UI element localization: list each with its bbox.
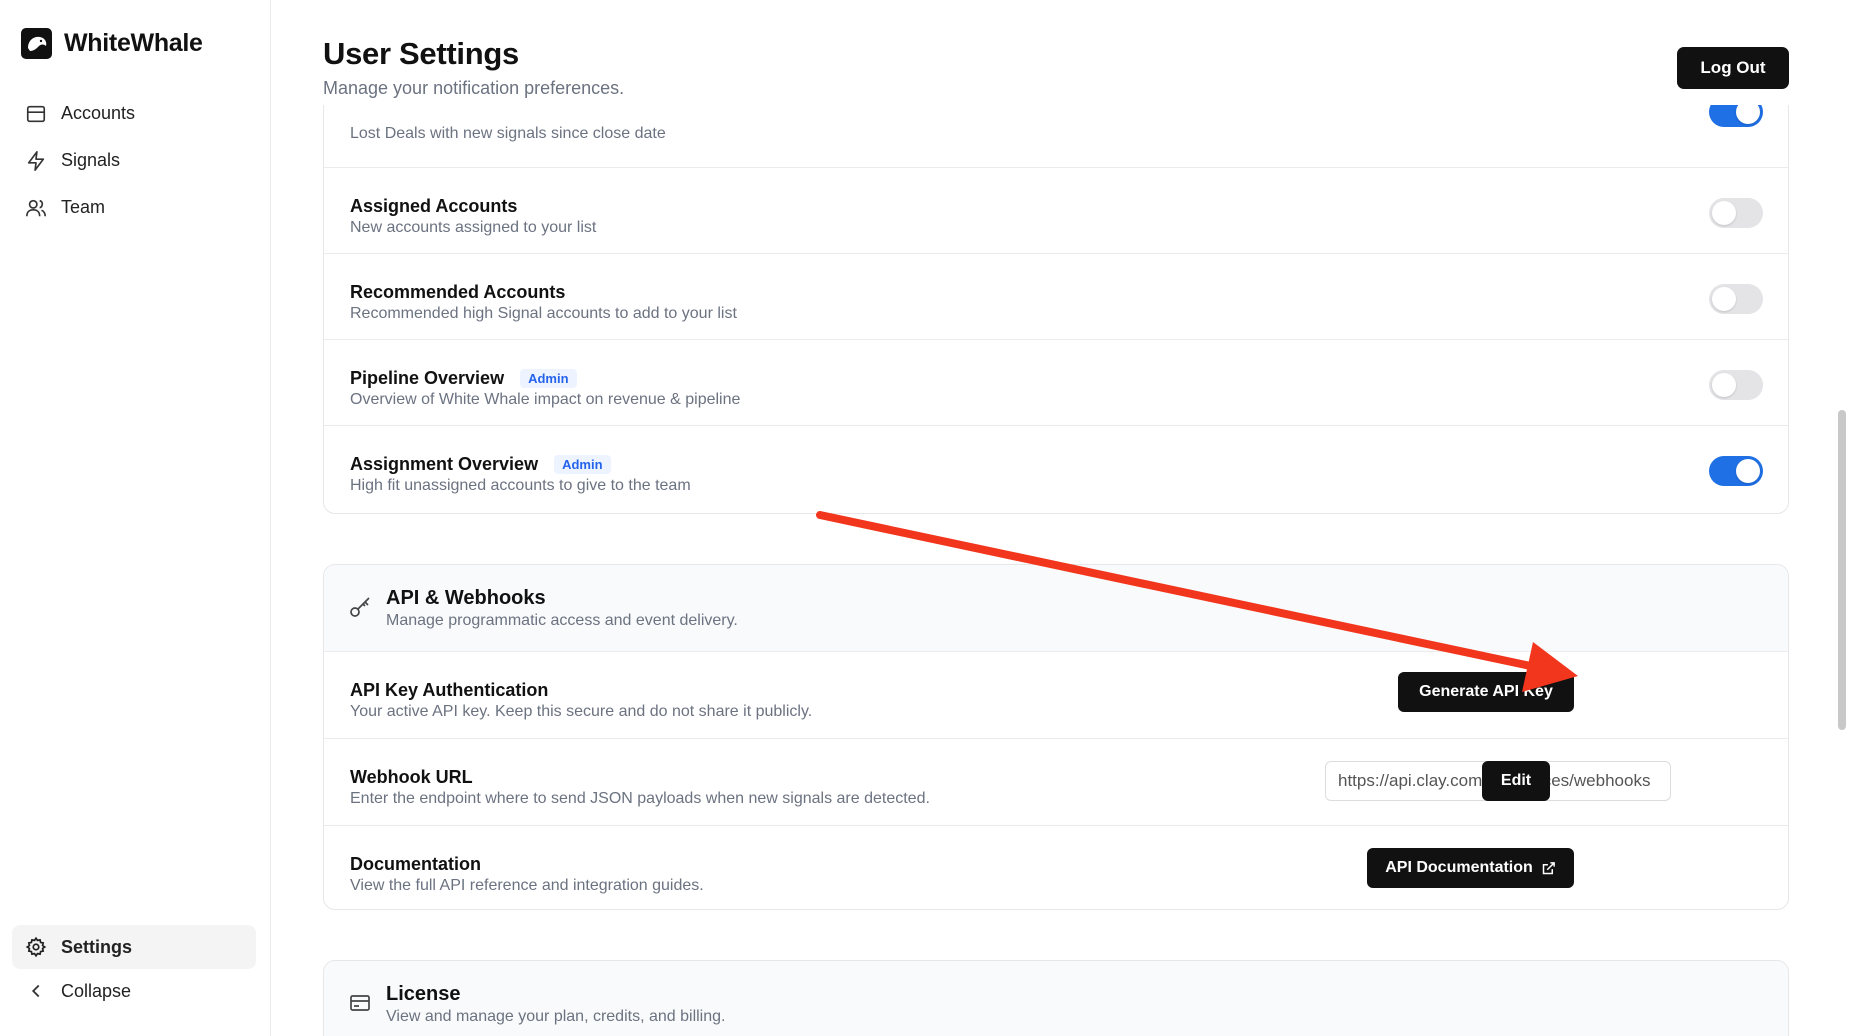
sidebar-item-label: Accounts (61, 103, 136, 123)
admin-badge: Admin (520, 369, 577, 388)
sidebar-item-label: Team (61, 197, 106, 217)
webhook-title: Webhook URL (350, 767, 473, 787)
external-link-icon (1542, 861, 1555, 874)
page-title: User Settings (323, 36, 519, 71)
sidebar-item-label: Signals (61, 150, 121, 170)
toggle-knob (1712, 201, 1736, 225)
notification-desc: New accounts assigned to your list (350, 219, 597, 236)
notification-title-wrap: Assignment Overview Admin (350, 454, 611, 475)
notification-desc: High fit unassigned accounts to give to … (350, 477, 691, 494)
notification-desc: Overview of White Whale impact on revenu… (350, 391, 741, 408)
api-webhooks-card: API & Webhooks Manage programmatic acces… (323, 564, 1789, 910)
notification-row-recommended-accounts: Recommended Accounts Recommended high Si… (324, 254, 1788, 340)
notification-title: Assignment Overview (350, 454, 539, 474)
notification-row-lost-deals: Lost Deals with new signals since close … (324, 105, 1788, 168)
edit-webhook-button[interactable]: Edit (1482, 761, 1550, 801)
notification-row-assignment-overview: Assignment Overview Admin High fit unass… (324, 426, 1788, 512)
webhook-url-row: Webhook URL Enter the endpoint where to … (324, 739, 1788, 826)
notification-title-wrap: Assigned Accounts (350, 196, 517, 217)
brand[interactable]: WhiteWhale (21, 28, 203, 59)
webhook-desc: Enter the endpoint where to send JSON pa… (350, 790, 930, 807)
page-scrollbar[interactable] (1838, 410, 1846, 730)
sidebar-item-label: Settings (61, 936, 133, 957)
toggle-knob (1736, 459, 1760, 483)
sidebar-nav: Accounts Signals Team (12, 90, 258, 231)
license-card-header: License View and manage your plan, credi… (324, 961, 1788, 1036)
page-subtitle: Manage your notification preferences. (323, 78, 625, 98)
doc-desc: View the full API reference and integrat… (350, 877, 704, 894)
pipeline-overview-toggle[interactable] (1709, 370, 1763, 400)
api-documentation-button[interactable]: API Documentation (1367, 848, 1574, 888)
key-icon (350, 597, 370, 617)
api-card-title: API & Webhooks (386, 587, 546, 609)
sidebar: WhiteWhale Accounts Signals Team Setting… (0, 0, 271, 1036)
toggle-knob (1712, 373, 1736, 397)
sidebar-item-team[interactable]: Team (12, 184, 258, 231)
notification-title: Pipeline Overview (350, 368, 505, 388)
team-icon (26, 199, 46, 216)
logout-button[interactable]: Log Out (1677, 47, 1789, 89)
assignment-overview-toggle[interactable] (1709, 456, 1763, 486)
api-key-desc: Your active API key. Keep this secure an… (350, 703, 813, 720)
notification-title-wrap: Recommended Accounts (350, 282, 565, 303)
doc-title-wrap: Documentation (350, 854, 481, 875)
sidebar-item-signals[interactable]: Signals (12, 137, 258, 184)
collapse-button[interactable]: Collapse (12, 969, 256, 1013)
api-documentation-label: API Documentation (1385, 859, 1533, 876)
admin-badge: Admin (554, 455, 611, 474)
sidebar-item-settings[interactable]: Settings (12, 925, 256, 969)
gear-icon (25, 936, 47, 958)
notification-row-pipeline-overview: Pipeline Overview Admin Overview of Whit… (324, 340, 1788, 426)
collapse-label: Collapse (61, 980, 132, 1001)
api-key-title: API Key Authentication (350, 680, 549, 700)
brand-name: WhiteWhale (64, 29, 203, 57)
billing-icon (350, 995, 370, 1011)
sidebar-item-accounts[interactable]: Accounts (12, 90, 258, 137)
api-key-title-wrap: API Key Authentication (350, 680, 548, 701)
lost-deals-toggle[interactable] (1709, 105, 1763, 127)
license-card: License View and manage your plan, credi… (323, 960, 1789, 1036)
accounts-icon (26, 105, 46, 122)
doc-title: Documentation (350, 854, 482, 874)
notification-desc: Recommended high Signal accounts to add … (350, 305, 737, 322)
notification-title: Assigned Accounts (350, 196, 518, 216)
notification-row-assigned-accounts: Assigned Accounts New accounts assigned … (324, 168, 1788, 254)
toggle-knob (1712, 287, 1736, 311)
recommended-accounts-toggle[interactable] (1709, 284, 1763, 314)
notifications-card: Lost Deals with new signals since close … (323, 105, 1789, 514)
api-key-row: API Key Authentication Your active API k… (324, 652, 1788, 739)
notification-title: Recommended Accounts (350, 282, 566, 302)
notification-title-wrap: Pipeline Overview Admin (350, 368, 577, 389)
notification-desc: Lost Deals with new signals since close … (350, 125, 666, 142)
sidebar-bottom-nav: Settings Collapse (12, 925, 256, 1013)
whale-logo-icon (21, 28, 52, 59)
api-card-subtitle: Manage programmatic access and event del… (386, 612, 738, 629)
generate-api-key-button[interactable]: Generate API Key (1398, 672, 1574, 712)
api-card-header: API & Webhooks Manage programmatic acces… (324, 565, 1788, 652)
main-content: User Settings Manage your notification p… (271, 0, 1851, 1036)
lightning-icon (27, 150, 45, 171)
assigned-accounts-toggle[interactable] (1709, 198, 1763, 228)
webhook-title-wrap: Webhook URL (350, 767, 473, 788)
license-card-subtitle: View and manage your plan, credits, and … (386, 1008, 726, 1025)
license-card-title: License (386, 983, 461, 1005)
chevron-left-icon (31, 984, 40, 998)
toggle-knob (1736, 105, 1760, 124)
documentation-row: Documentation View the full API referenc… (324, 826, 1788, 909)
